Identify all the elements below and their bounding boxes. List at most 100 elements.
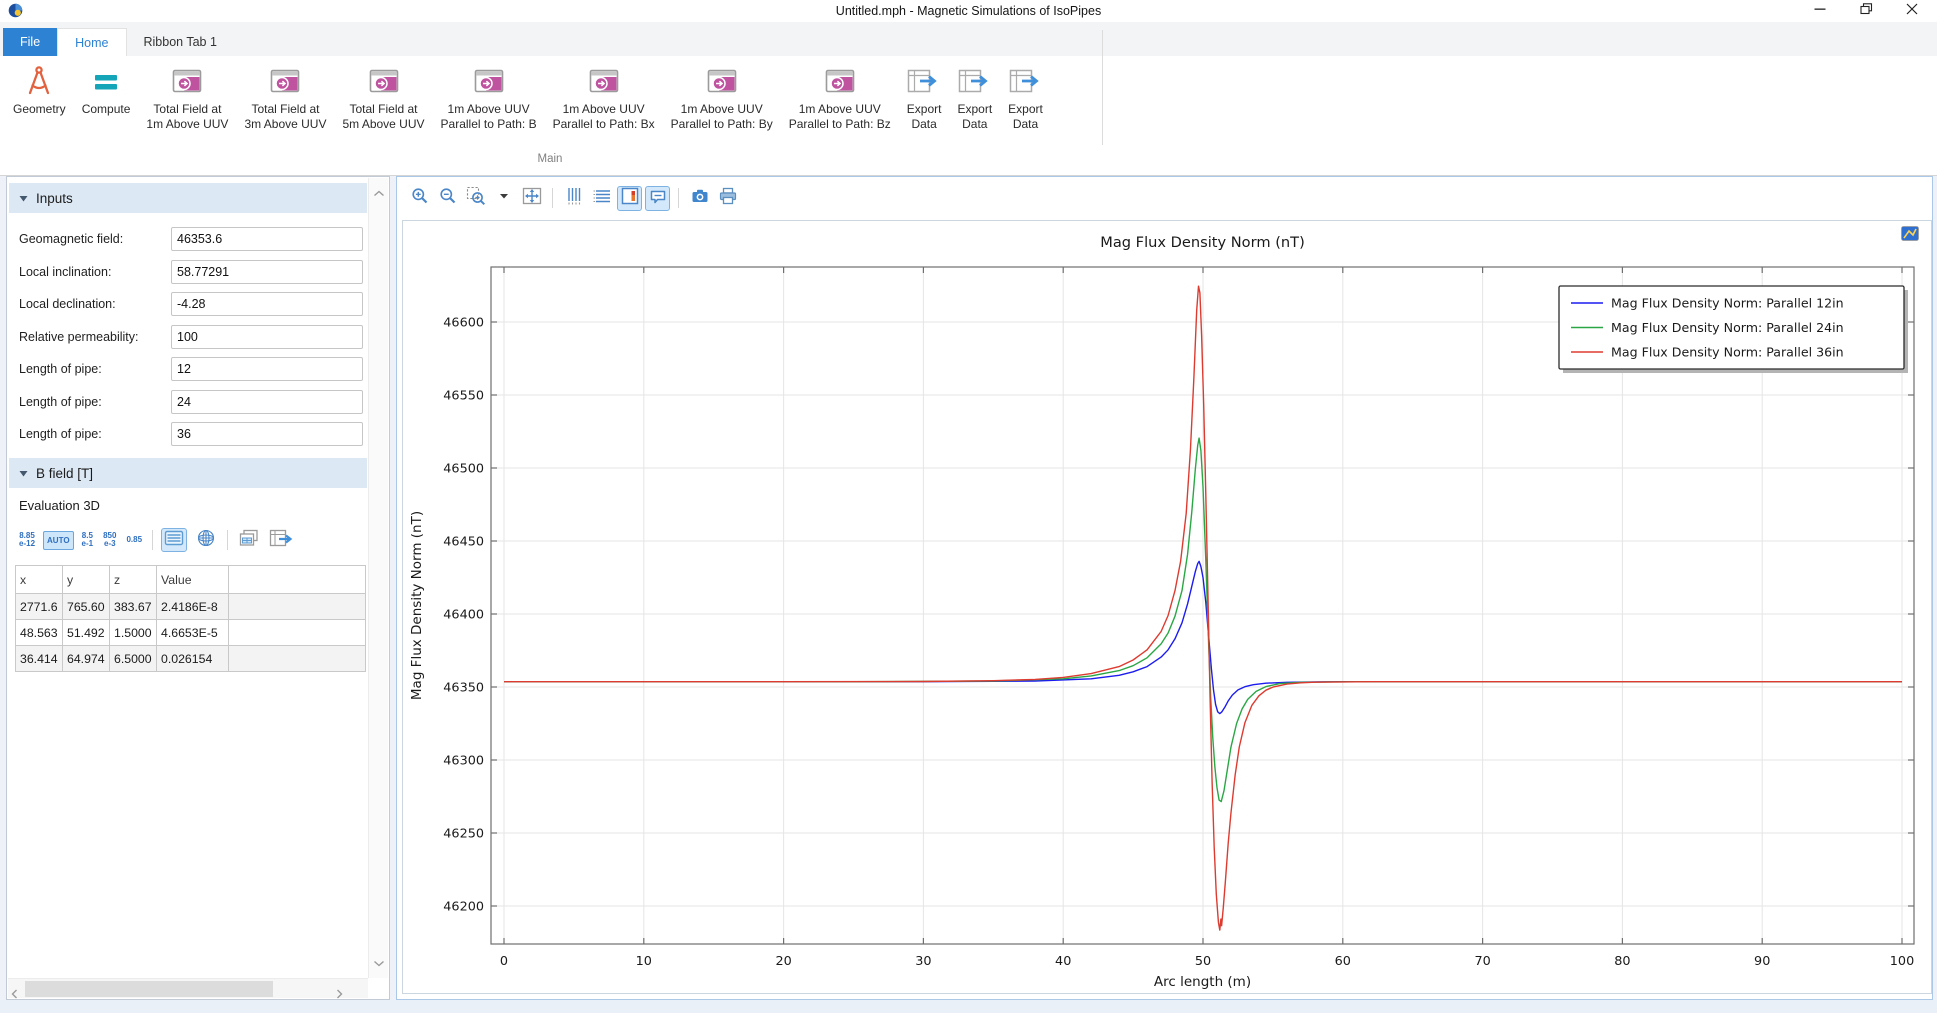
grid-vertical-button[interactable]	[561, 186, 586, 211]
zoom-out-button[interactable]	[435, 186, 460, 211]
zoom-box-button[interactable]	[463, 186, 488, 211]
1m-above-uuv-parallel-to-path-bx-button[interactable]: 1m Above UUVParallel to Path: Bx	[545, 58, 663, 134]
column-header-value[interactable]: Value	[157, 566, 229, 594]
geometry-button[interactable]: Geometry	[5, 58, 74, 119]
table-row[interactable]: 2771.6765.60383.672.4186E-8	[16, 594, 366, 620]
format-auto-button[interactable]: AUTO	[43, 531, 74, 550]
format-0-85-button[interactable]: 0.85	[124, 535, 144, 546]
compute-button[interactable]: Compute	[74, 58, 139, 119]
1m-above-uuv-parallel-to-path-bz-button[interactable]: 1m Above UUVParallel to Path: Bz	[781, 58, 899, 134]
inputs-section-header[interactable]: Inputs	[9, 183, 367, 213]
field-input-length-of-pipe-5[interactable]	[171, 390, 363, 414]
camera-button[interactable]	[687, 186, 712, 211]
svg-text:46400: 46400	[443, 608, 484, 623]
format-850e-3-button[interactable]: 850e-3	[101, 531, 118, 550]
format-8-85e-12-button[interactable]: 8.85e-12	[17, 531, 37, 550]
table-cell[interactable]: 4.6653E-5	[157, 620, 229, 646]
zoom-in-icon	[410, 186, 430, 211]
table-row[interactable]: 36.41464.9746.50000.026154	[16, 646, 366, 672]
svg-text:30: 30	[915, 954, 931, 969]
ribbon: File Home Ribbon Tab 1 GeometryComputeTo…	[0, 22, 1937, 176]
copy-table-icon	[238, 528, 260, 553]
format-8-5e-1-button[interactable]: 8.5e-1	[80, 531, 96, 550]
field-input-relative-permeability-3[interactable]	[171, 325, 363, 349]
table-cell[interactable]: 765.60	[63, 594, 110, 620]
svg-text:46450: 46450	[443, 535, 484, 550]
inputs-section-title: Inputs	[36, 191, 73, 206]
compass-icon	[22, 60, 56, 102]
column-header-x[interactable]: x	[16, 566, 63, 594]
table-cell[interactable]: 6.5000	[110, 646, 157, 672]
table-cell[interactable]: 51.492	[63, 620, 110, 646]
column-header-y[interactable]: y	[63, 566, 110, 594]
ribbon-button-label: 1m Above UUVParallel to Path: Bx	[553, 102, 655, 132]
table-cell	[229, 646, 366, 672]
dropdown-caret-icon	[499, 186, 509, 211]
svg-text:80: 80	[1614, 954, 1630, 969]
table-cell	[229, 594, 366, 620]
plot-group-icon[interactable]	[1901, 226, 1919, 241]
table-row[interactable]: 48.56351.4921.50004.6653E-5	[16, 620, 366, 646]
svg-text:46300: 46300	[443, 754, 484, 769]
scrollbar-thumb[interactable]	[25, 981, 273, 997]
settings-vertical-scrollbar[interactable]	[368, 178, 388, 978]
tab-file[interactable]: File	[3, 28, 57, 56]
total-field-at-5m-above-uuv-button[interactable]: Total Field at5m Above UUV	[334, 58, 432, 134]
minimize-button[interactable]	[1797, 0, 1843, 22]
field-input-local-declination-2[interactable]	[171, 292, 363, 316]
polar-view-button[interactable]	[193, 528, 219, 552]
field-input-length-of-pipe-6[interactable]	[171, 422, 363, 446]
table-view-button[interactable]	[161, 528, 187, 552]
field-input-length-of-pipe-4[interactable]	[171, 357, 363, 381]
svg-text:Mag Flux Density Norm: Paralle: Mag Flux Density Norm: Parallel 12in	[1611, 296, 1844, 311]
column-header-z[interactable]: z	[110, 566, 157, 594]
svg-text:46600: 46600	[443, 316, 484, 331]
table-cell[interactable]: 36.414	[16, 646, 63, 672]
table-cell[interactable]: 0.026154	[157, 646, 229, 672]
copy-table-button[interactable]	[236, 528, 262, 552]
close-button[interactable]	[1889, 0, 1935, 22]
legend-toggle-button[interactable]	[617, 186, 642, 211]
total-field-at-3m-above-uuv-button[interactable]: Total Field at3m Above UUV	[236, 58, 334, 134]
table-cell[interactable]: 383.67	[110, 594, 157, 620]
svg-text:20: 20	[775, 954, 791, 969]
table-cell[interactable]: 2.4186E-8	[157, 594, 229, 620]
tooltip-toggle-button[interactable]	[645, 186, 670, 211]
plot-canvas[interactable]: 0102030405060708090100462004625046300463…	[403, 221, 1931, 993]
dropdown-caret-button[interactable]	[491, 186, 516, 211]
minimize-icon	[1814, 2, 1826, 20]
table-cell[interactable]: 48.563	[16, 620, 63, 646]
export-table-button[interactable]	[268, 528, 294, 552]
equals-icon	[91, 60, 121, 102]
1m-above-uuv-parallel-to-path-b-button[interactable]: 1m Above UUVParallel to Path: B	[433, 58, 545, 134]
grid-horizontal-button[interactable]	[589, 186, 614, 211]
total-field-at-1m-above-uuv-button[interactable]: Total Field at1m Above UUV	[138, 58, 236, 134]
settings-horizontal-scrollbar[interactable]	[8, 978, 368, 998]
svg-text:46350: 46350	[443, 681, 484, 696]
field-row-local-declination: Local declination:	[7, 288, 367, 321]
export-data-button[interactable]: ExportData	[1000, 58, 1051, 134]
restore-button[interactable]	[1843, 0, 1889, 22]
table-cell[interactable]: 64.974	[63, 646, 110, 672]
field-label: Local inclination:	[19, 265, 171, 279]
field-input-local-inclination-1[interactable]	[171, 260, 363, 284]
table-cell[interactable]: 2771.6	[16, 594, 63, 620]
scroll-down-icon[interactable]	[373, 954, 385, 972]
zoom-extents-button[interactable]	[519, 186, 544, 211]
tab-home[interactable]: Home	[57, 28, 126, 56]
export-data-button[interactable]: ExportData	[899, 58, 950, 134]
toolbar-separator	[678, 188, 679, 208]
field-input-geomagnetic-field-0[interactable]	[171, 227, 363, 251]
1m-above-uuv-parallel-to-path-by-button[interactable]: 1m Above UUVParallel to Path: By	[663, 58, 781, 134]
zoom-in-button[interactable]	[407, 186, 432, 211]
svg-text:90: 90	[1754, 954, 1770, 969]
printer-button[interactable]	[715, 186, 740, 211]
export-data-button[interactable]: ExportData	[949, 58, 1000, 134]
tab-ribbon-tab-1[interactable]: Ribbon Tab 1	[127, 28, 234, 56]
table-cell[interactable]: 1.5000	[110, 620, 157, 646]
bfield-section-header[interactable]: B field [T]	[9, 458, 367, 488]
settings-panel: Inputs Geomagnetic field:Local inclinati…	[6, 176, 390, 1000]
scroll-up-icon[interactable]	[373, 184, 385, 202]
plot-figure[interactable]: 0102030405060708090100462004625046300463…	[402, 220, 1932, 994]
svg-text:46500: 46500	[443, 462, 484, 477]
